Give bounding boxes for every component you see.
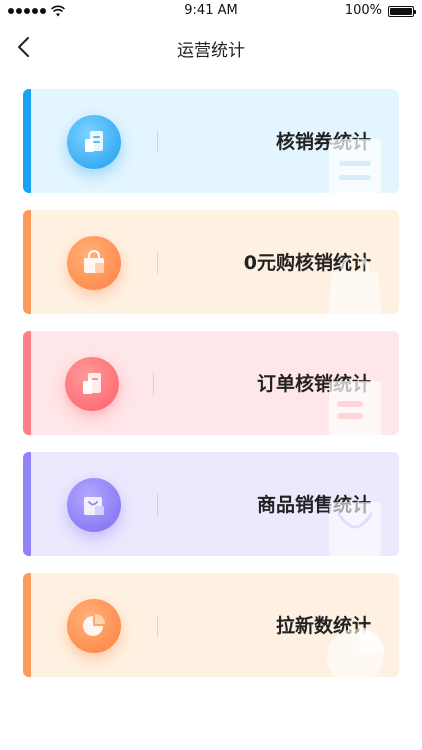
card-accent-bar <box>23 89 31 193</box>
divider <box>157 615 158 637</box>
pie-chart-watermark-icon <box>327 627 385 677</box>
card-product-sales-stats[interactable]: 商品销售统计 <box>23 452 399 556</box>
receipt-icon <box>83 373 101 394</box>
bag-watermark-icon <box>329 258 381 314</box>
card-coupon-redemption-stats[interactable]: 核销券统计 <box>23 89 399 193</box>
battery-percent: 100% <box>344 3 382 18</box>
divider <box>153 373 154 395</box>
pie-chart-icon <box>83 614 105 636</box>
icon-badge <box>67 599 121 653</box>
card-accent-bar <box>23 573 31 677</box>
nav-bar: 运营统计 <box>0 24 422 70</box>
divider <box>157 494 158 516</box>
divider <box>157 252 158 274</box>
card-accent-bar <box>23 331 31 435</box>
card-accent-bar <box>23 452 31 556</box>
bag-watermark-icon <box>329 502 381 556</box>
gift-bag-icon <box>84 497 104 515</box>
card-order-redemption-stats[interactable]: 订单核销统计 <box>23 331 399 435</box>
receipt-watermark-icon <box>329 139 381 193</box>
page-title: 运营统计 <box>177 41 245 61</box>
icon-badge <box>65 357 119 411</box>
card-accent-bar <box>23 210 31 314</box>
battery-level <box>390 8 412 15</box>
receipt-watermark-icon <box>329 381 381 435</box>
divider <box>157 131 158 153</box>
shopping-bag-icon <box>84 250 104 273</box>
card-new-user-stats[interactable]: 拉新数统计 <box>23 573 399 677</box>
icon-badge <box>67 236 121 290</box>
battery-icon <box>388 6 416 17</box>
ticket-icon <box>85 131 103 152</box>
status-bar: 9:41 AM 100% <box>0 0 422 24</box>
icon-badge <box>67 115 121 169</box>
icon-badge <box>67 478 121 532</box>
card-zero-yuan-purchase-stats[interactable]: 0元购核销统计 <box>23 210 399 314</box>
